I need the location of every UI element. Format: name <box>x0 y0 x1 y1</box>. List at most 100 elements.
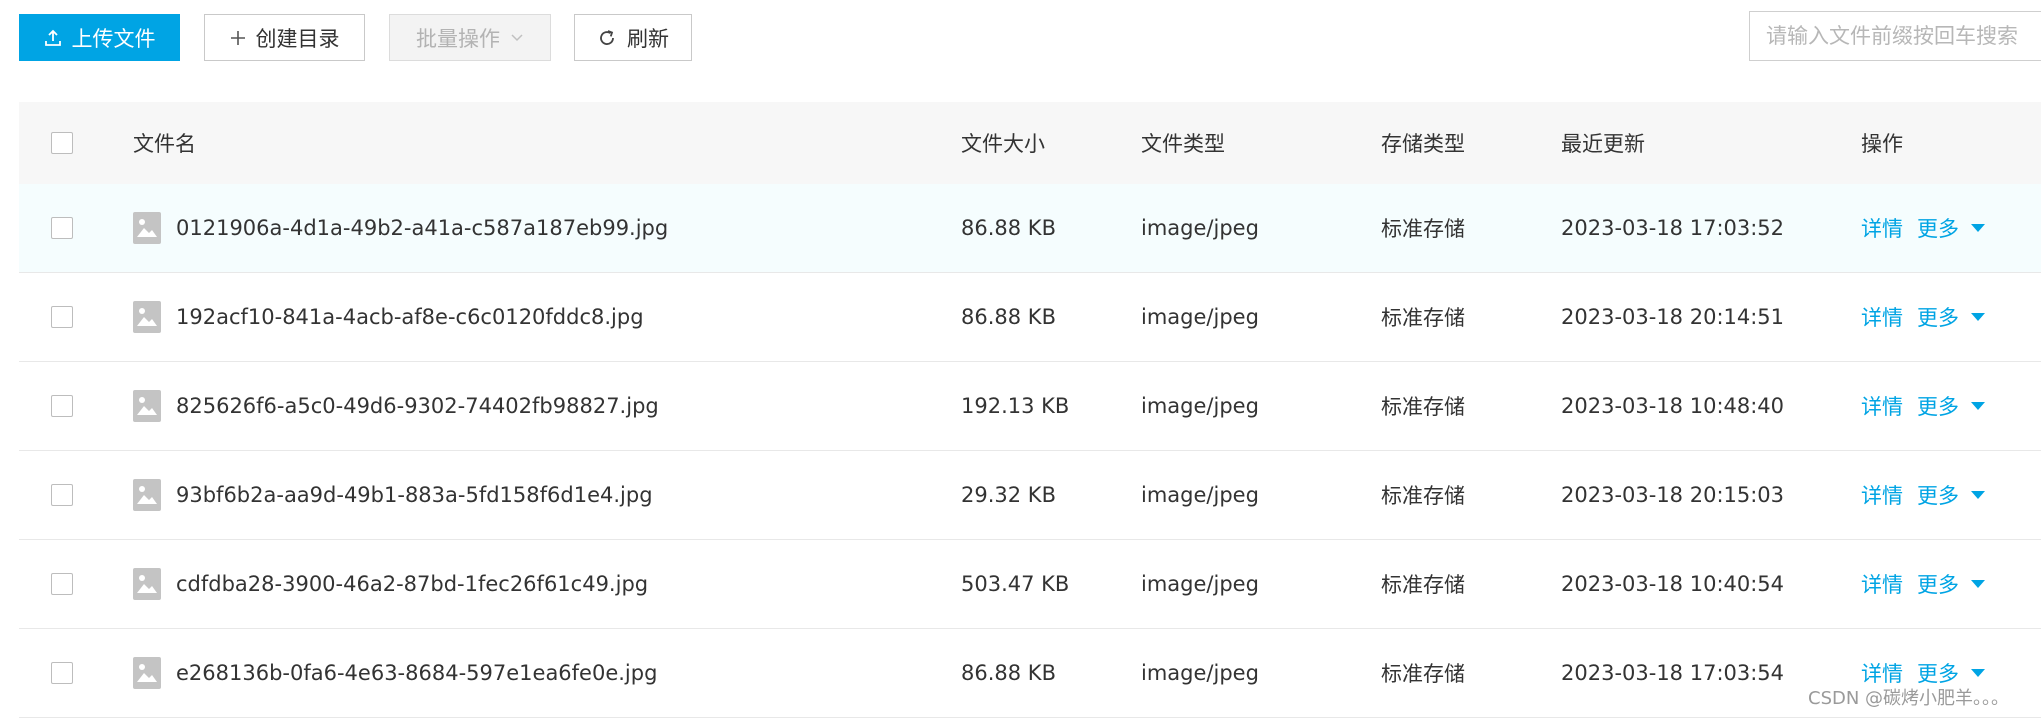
refresh-icon <box>597 28 617 48</box>
file-size: 86.88 KB <box>961 216 1056 240</box>
table-row: 192acf10-841a-4acb-af8e-c6c0120fddc8.jpg… <box>19 273 2041 362</box>
storage-type: 标准存储 <box>1381 573 1465 597</box>
more-dropdown[interactable]: 更多 <box>1917 391 1985 421</box>
last-updated: 2023-03-18 10:48:40 <box>1561 394 1785 418</box>
more-label: 更多 <box>1917 217 1959 241</box>
file-name: 93bf6b2a-aa9d-49b1-883a-5fd158f6d1e4.jpg <box>176 483 653 507</box>
detail-link[interactable]: 详情 <box>1861 480 1903 510</box>
caret-down-icon <box>1971 402 1985 410</box>
create-directory-button[interactable]: 创建目录 <box>204 14 365 61</box>
table-row: 0121906a-4d1a-49b2-a41a-c587a187eb99.jpg… <box>19 184 2041 273</box>
caret-down-icon <box>1971 491 1985 499</box>
detail-link[interactable]: 详情 <box>1861 391 1903 421</box>
more-label: 更多 <box>1917 395 1959 419</box>
file-size: 86.88 KB <box>961 661 1056 685</box>
row-select-cell <box>51 273 73 361</box>
header-file-name: 文件名 <box>133 132 196 156</box>
table-header: 文件名 文件大小 文件类型 存储类型 最近更新 操作 <box>19 102 2041 184</box>
file-size: 86.88 KB <box>961 305 1056 329</box>
file-name-cell: 192acf10-841a-4acb-af8e-c6c0120fddc8.jpg <box>133 273 644 361</box>
caret-down-icon <box>1971 224 1985 232</box>
file-name: e268136b-0fa6-4e63-8684-597e1ea6fe0e.jpg <box>176 661 658 685</box>
batch-operation-label: 批量操作 <box>416 26 500 51</box>
row-actions: 详情 更多 <box>1861 451 1985 539</box>
more-dropdown[interactable]: 更多 <box>1917 213 1985 243</box>
more-label: 更多 <box>1917 573 1959 597</box>
refresh-label: 刷新 <box>627 26 669 51</box>
last-updated: 2023-03-18 10:40:54 <box>1561 572 1785 596</box>
last-updated: 2023-03-18 20:14:51 <box>1561 305 1785 329</box>
file-prefix-search-input[interactable] <box>1749 11 2041 61</box>
file-type: image/jpeg <box>1141 661 1259 685</box>
detail-link[interactable]: 详情 <box>1861 213 1903 243</box>
row-actions: 详情 更多 <box>1861 184 1985 272</box>
storage-type: 标准存储 <box>1381 306 1465 330</box>
file-name: cdfdba28-3900-46a2-87bd-1fec26f61c49.jpg <box>176 572 649 596</box>
table-row: 93bf6b2a-aa9d-49b1-883a-5fd158f6d1e4.jpg… <box>19 451 2041 540</box>
row-checkbox[interactable] <box>51 217 73 239</box>
more-dropdown[interactable]: 更多 <box>1917 302 1985 332</box>
file-name-cell: e268136b-0fa6-4e63-8684-597e1ea6fe0e.jpg <box>133 629 657 717</box>
upload-file-button[interactable]: 上传文件 <box>19 14 180 61</box>
last-updated: 2023-03-18 20:15:03 <box>1561 483 1785 507</box>
row-actions: 详情 更多 <box>1861 273 1985 361</box>
detail-link[interactable]: 详情 <box>1861 569 1903 599</box>
row-select-cell <box>51 451 73 539</box>
row-select-cell <box>51 629 73 717</box>
more-dropdown[interactable]: 更多 <box>1917 480 1985 510</box>
file-table: 文件名 文件大小 文件类型 存储类型 最近更新 操作 0121906a-4d1a… <box>19 102 2041 718</box>
file-type: image/jpeg <box>1141 572 1259 596</box>
upload-file-label: 上传文件 <box>71 26 156 51</box>
file-name: 825626f6-a5c0-49d6-9302-74402fb98827.jpg <box>176 394 659 418</box>
refresh-button[interactable]: 刷新 <box>574 14 692 61</box>
table-row: cdfdba28-3900-46a2-87bd-1fec26f61c49.jpg… <box>19 540 2041 629</box>
image-file-icon <box>133 568 161 600</box>
caret-down-icon <box>1971 669 1985 677</box>
file-size: 192.13 KB <box>961 394 1070 418</box>
storage-type: 标准存储 <box>1381 217 1465 241</box>
row-checkbox[interactable] <box>51 484 73 506</box>
row-checkbox[interactable] <box>51 662 73 684</box>
batch-operation-dropdown[interactable]: 批量操作 <box>389 14 551 61</box>
row-actions: 详情 更多 <box>1861 362 1985 450</box>
more-label: 更多 <box>1917 306 1959 330</box>
file-type: image/jpeg <box>1141 483 1259 507</box>
file-type: image/jpeg <box>1141 394 1259 418</box>
plus-icon <box>230 30 246 46</box>
file-name-cell: cdfdba28-3900-46a2-87bd-1fec26f61c49.jpg <box>133 540 648 628</box>
row-checkbox[interactable] <box>51 395 73 417</box>
image-file-icon <box>133 657 161 689</box>
image-file-icon <box>133 390 161 422</box>
header-file-type: 文件类型 <box>1141 132 1225 156</box>
select-all-cell <box>51 102 73 184</box>
caret-down-icon <box>1971 580 1985 588</box>
image-file-icon <box>133 479 161 511</box>
upload-icon <box>44 29 62 47</box>
file-name-cell: 825626f6-a5c0-49d6-9302-74402fb98827.jpg <box>133 362 659 450</box>
row-checkbox[interactable] <box>51 306 73 328</box>
last-updated: 2023-03-18 17:03:54 <box>1561 661 1785 685</box>
watermark: CSDN @碳烤小肥羊。。。 <box>1808 688 2010 709</box>
row-select-cell <box>51 540 73 628</box>
select-all-checkbox[interactable] <box>51 132 73 154</box>
file-type: image/jpeg <box>1141 305 1259 329</box>
header-actions: 操作 <box>1861 132 1903 156</box>
image-file-icon <box>133 212 161 244</box>
storage-type: 标准存储 <box>1381 395 1465 419</box>
table-row: 825626f6-a5c0-49d6-9302-74402fb98827.jpg… <box>19 362 2041 451</box>
last-updated: 2023-03-18 17:03:52 <box>1561 216 1785 240</box>
chevron-down-icon <box>510 33 524 43</box>
more-dropdown[interactable]: 更多 <box>1917 569 1985 599</box>
storage-type: 标准存储 <box>1381 662 1465 686</box>
row-checkbox[interactable] <box>51 573 73 595</box>
row-actions: 详情 更多 <box>1861 540 1985 628</box>
header-file-size: 文件大小 <box>961 132 1045 156</box>
row-select-cell <box>51 184 73 272</box>
file-name-cell: 93bf6b2a-aa9d-49b1-883a-5fd158f6d1e4.jpg <box>133 451 653 539</box>
storage-type: 标准存储 <box>1381 484 1465 508</box>
table-row: e268136b-0fa6-4e63-8684-597e1ea6fe0e.jpg… <box>19 629 2041 718</box>
more-label: 更多 <box>1917 484 1959 508</box>
file-type: image/jpeg <box>1141 216 1259 240</box>
detail-link[interactable]: 详情 <box>1861 302 1903 332</box>
file-size: 503.47 KB <box>961 572 1070 596</box>
